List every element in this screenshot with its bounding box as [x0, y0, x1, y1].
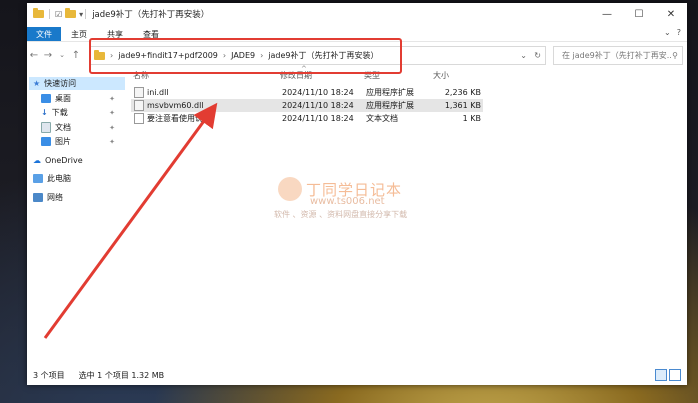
annotation-arrow — [43, 102, 218, 339]
